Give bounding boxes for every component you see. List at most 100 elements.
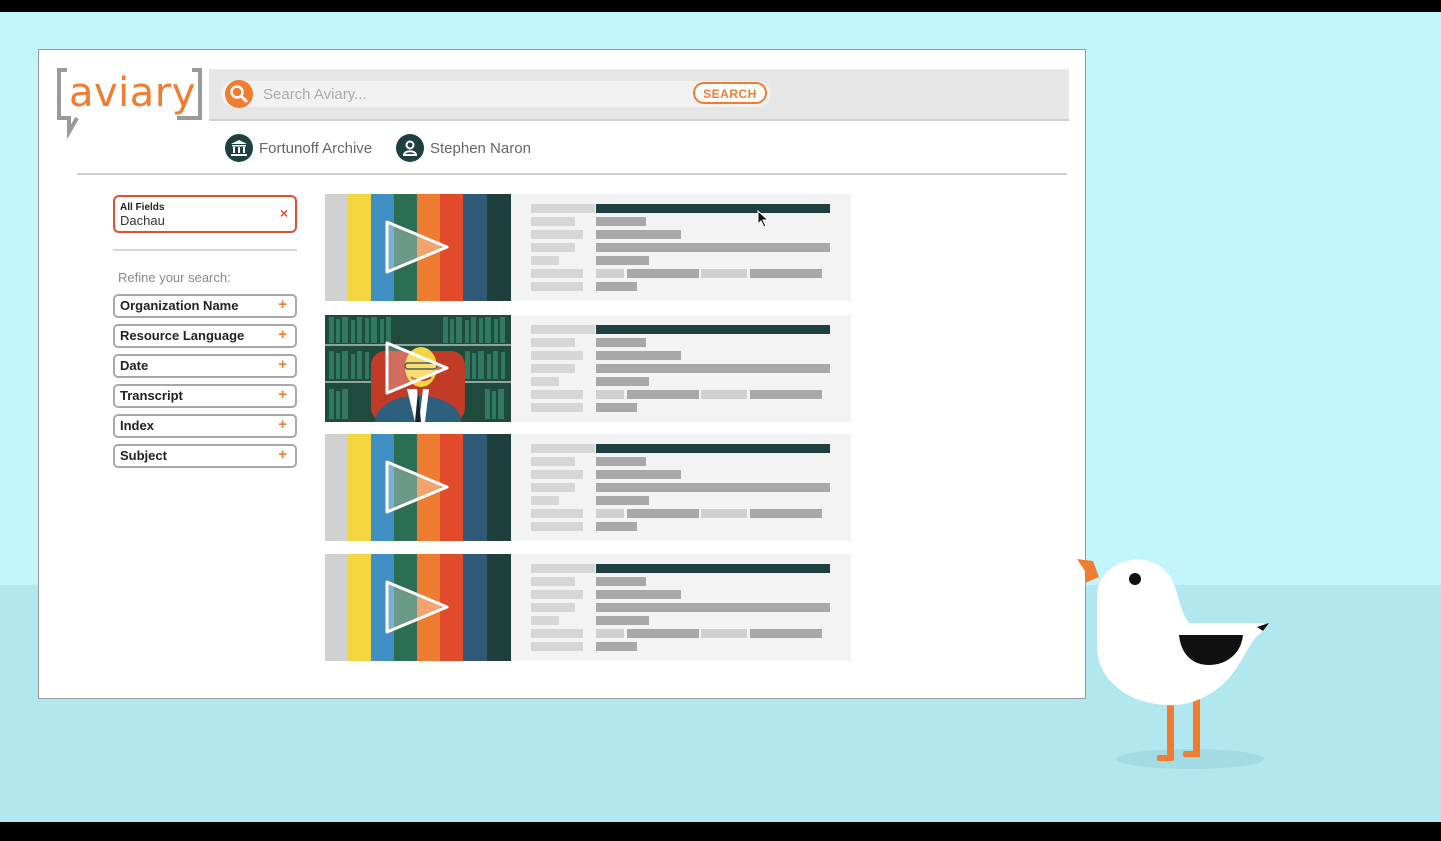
meta-label-placeholder [531, 403, 583, 412]
meta-value-placeholder [596, 364, 830, 373]
breadcrumb-user[interactable]: Stephen Naron [396, 134, 531, 162]
meta-value-placeholder [596, 351, 681, 360]
plus-icon[interactable]: + [278, 356, 287, 373]
meta-label-placeholder [531, 217, 575, 226]
filter-value: Dachau [120, 213, 165, 228]
meta-label-placeholder [531, 256, 559, 265]
meta-label-placeholder [531, 377, 559, 386]
meta-value-placeholder [596, 444, 830, 453]
meta-label-placeholder [531, 282, 583, 291]
facet-resource-language[interactable]: Resource Language + [113, 324, 297, 348]
header-divider [77, 173, 1067, 175]
plus-icon[interactable]: + [278, 386, 287, 403]
meta-value-placeholder [596, 338, 646, 347]
meta-value-placeholder [596, 642, 637, 651]
meta-value-placeholder [627, 390, 699, 399]
meta-value-placeholder [750, 269, 822, 278]
video-thumbnail[interactable] [325, 554, 511, 661]
facet-subject[interactable]: Subject + [113, 444, 297, 468]
meta-label-placeholder [531, 522, 583, 531]
facet-label: Date [120, 358, 149, 373]
search-input[interactable] [263, 82, 683, 106]
facet-index[interactable]: Index + [113, 414, 297, 438]
result-metadata-placeholder [531, 325, 830, 412]
meta-value-placeholder [596, 256, 649, 265]
result-metadata-placeholder [531, 444, 830, 531]
filter-field-label: All Fields [120, 202, 165, 213]
meta-value-placeholder [596, 522, 637, 531]
meta-value-placeholder [627, 269, 699, 278]
video-thumbnail[interactable] [325, 434, 511, 541]
aviary-logo[interactable]: aviary [57, 68, 202, 138]
meta-value-placeholder [596, 603, 830, 612]
meta-value-placeholder [596, 457, 646, 466]
plus-icon[interactable]: + [278, 326, 287, 343]
play-icon[interactable] [325, 554, 511, 661]
meta-label-placeholder [531, 564, 595, 573]
logo-text: aviary [69, 70, 196, 116]
search-button[interactable]: SEARCH [693, 82, 767, 104]
facet-transcript[interactable]: Transcript + [113, 384, 297, 408]
meta-value-placeholder [701, 509, 747, 518]
sidebar-divider [113, 249, 297, 251]
facet-label: Resource Language [120, 328, 245, 343]
meta-label-placeholder [531, 470, 583, 479]
meta-label-placeholder [531, 444, 595, 453]
meta-value-placeholder [596, 204, 830, 213]
breadcrumb-organization-label: Fortunoff Archive [259, 139, 373, 157]
facet-label: Transcript [120, 388, 183, 403]
plus-icon[interactable]: + [278, 446, 287, 463]
meta-value-placeholder [627, 629, 699, 638]
bird-mascot-icon [1077, 559, 1269, 769]
meta-label-placeholder [531, 603, 575, 612]
meta-value-placeholder [596, 282, 637, 291]
meta-value-placeholder [596, 269, 624, 278]
meta-value-placeholder [701, 269, 747, 278]
meta-value-placeholder [750, 390, 822, 399]
video-thumbnail[interactable] [325, 315, 511, 422]
plus-icon[interactable]: + [278, 296, 287, 313]
meta-value-placeholder [596, 390, 624, 399]
result-card[interactable] [325, 434, 851, 541]
meta-label-placeholder [531, 325, 595, 334]
result-metadata-placeholder [531, 204, 830, 291]
meta-label-placeholder [531, 243, 575, 252]
meta-value-placeholder [596, 217, 646, 226]
meta-label-placeholder [531, 457, 575, 466]
result-card[interactable] [325, 554, 851, 661]
facet-label: Index [120, 418, 154, 433]
meta-value-placeholder [750, 509, 822, 518]
browser-window: aviary SEARCH [38, 49, 1086, 699]
meta-value-placeholder [596, 470, 681, 479]
meta-label-placeholder [531, 496, 559, 505]
breadcrumb-organization[interactable]: Fortunoff Archive [225, 134, 372, 162]
facet-organization-name[interactable]: Organization Name + [113, 294, 297, 318]
meta-label-placeholder [531, 629, 583, 638]
close-icon[interactable]: × [280, 205, 288, 221]
plus-icon[interactable]: + [278, 416, 287, 433]
play-icon[interactable] [325, 434, 511, 541]
meta-value-placeholder [596, 403, 637, 412]
user-icon [396, 134, 424, 162]
facet-date[interactable]: Date + [113, 354, 297, 378]
meta-label-placeholder [531, 577, 575, 586]
meta-value-placeholder [701, 390, 747, 399]
facet-label: Subject [120, 448, 167, 463]
result-metadata-placeholder [531, 564, 830, 651]
meta-value-placeholder [596, 564, 830, 573]
result-card[interactable] [325, 315, 851, 422]
video-thumbnail[interactable] [325, 194, 511, 301]
meta-value-placeholder [596, 483, 830, 492]
meta-value-placeholder [596, 577, 646, 586]
building-columns-icon [225, 134, 253, 162]
meta-value-placeholder [627, 509, 699, 518]
refine-heading: Refine your search: [118, 270, 231, 285]
result-card[interactable] [325, 194, 851, 301]
meta-value-placeholder [596, 629, 624, 638]
search-icon[interactable] [225, 80, 253, 108]
facet-label: Organization Name [120, 298, 239, 313]
interview-portrait-thumbnail [325, 315, 511, 422]
active-filter-tag: All Fields Dachau × [113, 195, 297, 233]
play-icon[interactable] [325, 194, 511, 301]
meta-label-placeholder [531, 364, 575, 373]
